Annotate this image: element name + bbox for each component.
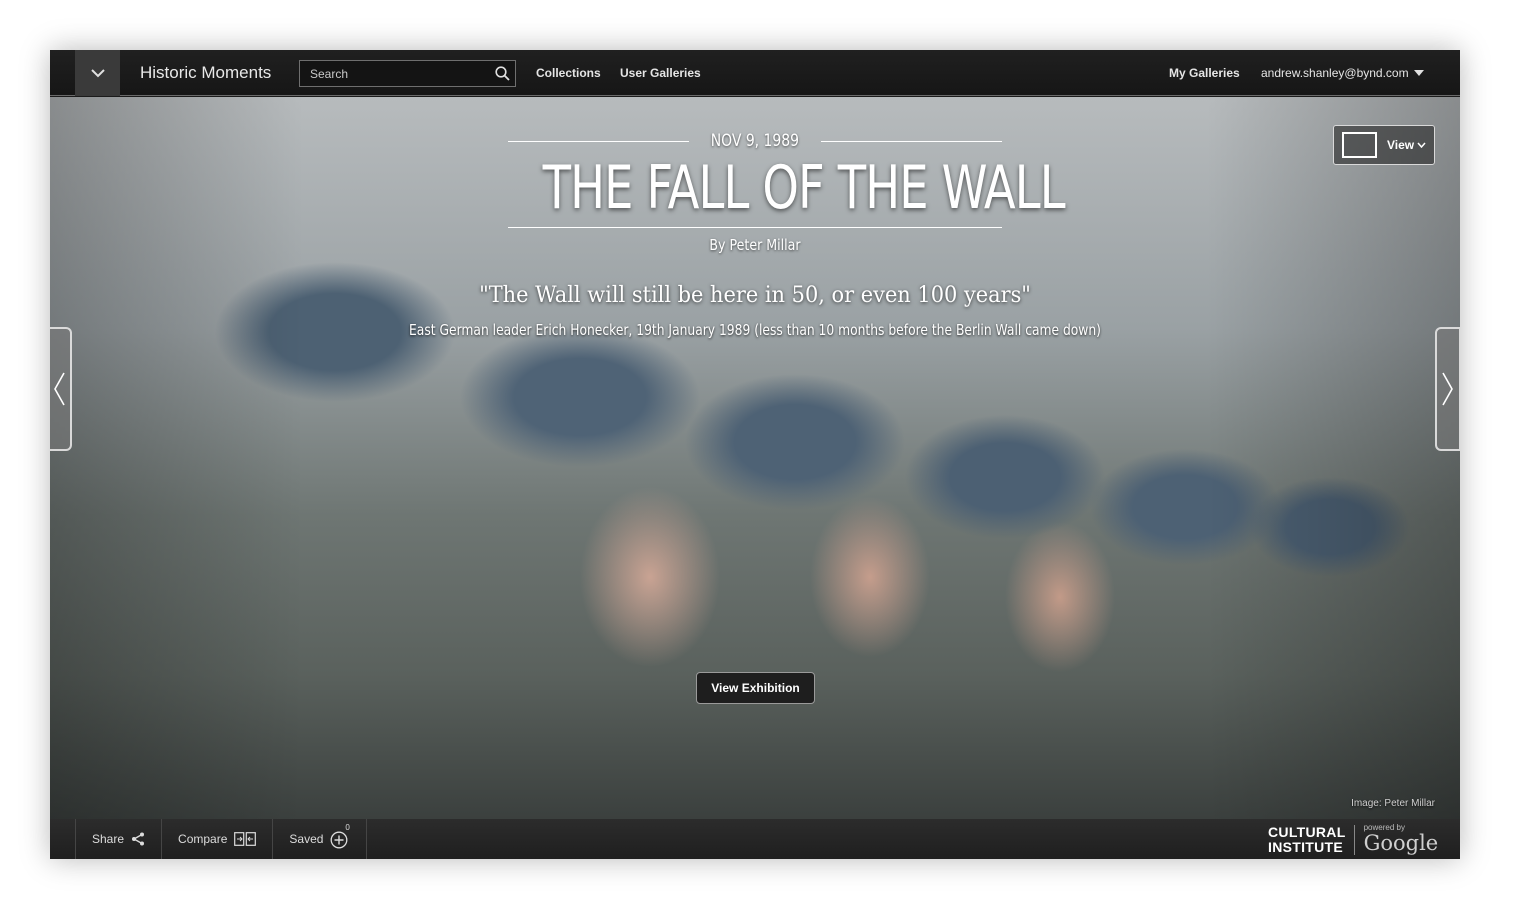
- quote: "The Wall will still be here in 50, or e…: [479, 283, 1031, 308]
- view-exhibition-button[interactable]: View Exhibition: [696, 672, 815, 704]
- logo-wordmark: CULTURAL INSTITUTE: [1268, 825, 1355, 855]
- chevron-down-icon: [90, 68, 105, 77]
- image-credit: Image: Peter Millar: [1351, 798, 1435, 809]
- frame-icon: [1342, 132, 1377, 158]
- add-circle-icon: [330, 831, 348, 849]
- view-label: View: [1387, 138, 1415, 152]
- app-title[interactable]: Historic Moments: [140, 63, 271, 83]
- google-wordmark: Google: [1363, 830, 1439, 855]
- quote-attribution: East German leader Erich Honecker, 19th …: [409, 321, 1101, 339]
- top-bar: Historic Moments Collections User Galler…: [50, 50, 1460, 96]
- event-date: NOV 9, 1989: [710, 131, 800, 151]
- share-label: Share: [92, 832, 125, 846]
- divider: [820, 140, 1003, 142]
- share-icon: [132, 832, 145, 846]
- search-button[interactable]: [495, 66, 510, 86]
- chevron-right-icon: [1442, 372, 1453, 406]
- hero-banner: NOV 9, 1989 THE FALL OF THE WALL By Pete…: [50, 97, 1460, 819]
- nav-collections[interactable]: Collections: [536, 66, 601, 80]
- app-window: Historic Moments Collections User Galler…: [50, 50, 1460, 859]
- compare-button[interactable]: Compare: [162, 819, 274, 859]
- previous-button[interactable]: [50, 327, 72, 451]
- chevron-down-icon: [1417, 142, 1426, 148]
- cultural-institute-logo[interactable]: CULTURAL INSTITUTE powered by Google: [1268, 823, 1439, 856]
- saved-count: 0: [345, 823, 350, 832]
- saved-indicator: 0: [330, 823, 350, 849]
- powered-by-google: powered by Google: [1355, 823, 1439, 854]
- account-email: andrew.shanley@bynd.com: [1261, 66, 1409, 80]
- search-icon: [495, 66, 510, 81]
- date-row: NOV 9, 1989: [508, 129, 1003, 153]
- nav-user-galleries[interactable]: User Galleries: [620, 66, 701, 80]
- action-group: Share Compare Saved 0: [75, 819, 368, 859]
- saved-label: Saved: [289, 832, 324, 846]
- compare-label: Compare: [178, 832, 228, 846]
- view-toggle-button[interactable]: View: [1333, 125, 1435, 165]
- search-input[interactable]: [300, 61, 490, 86]
- caret-down-icon: [1413, 70, 1424, 76]
- compare-icon: [234, 832, 257, 846]
- exhibition-title: THE FALL OF THE WALL: [542, 153, 1066, 223]
- chevron-left-icon: [54, 372, 65, 406]
- saved-button[interactable]: Saved 0: [273, 819, 368, 859]
- divider: [508, 227, 1002, 228]
- logo-line-1: CULTURAL: [1268, 824, 1346, 840]
- menu-toggle-button[interactable]: [75, 50, 120, 96]
- divider: [508, 140, 690, 142]
- search-box: [299, 60, 516, 87]
- next-button[interactable]: [1435, 327, 1460, 451]
- bottom-bar: Share Compare Saved 0 CULTURAL INSTITUTE…: [50, 819, 1460, 859]
- share-button[interactable]: Share: [76, 819, 163, 859]
- my-galleries-link[interactable]: My Galleries: [1169, 66, 1240, 80]
- byline: By Peter Millar: [709, 236, 801, 254]
- account-menu[interactable]: andrew.shanley@bynd.com: [1261, 66, 1424, 80]
- logo-line-2: INSTITUTE: [1268, 839, 1344, 855]
